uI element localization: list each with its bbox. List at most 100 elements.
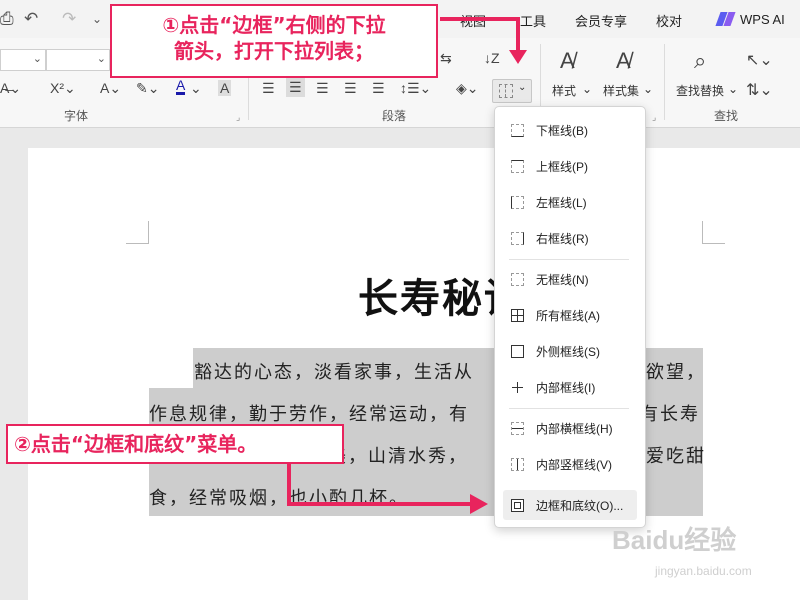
menu-item-inside-borders[interactable]: 内部框线(I) — [503, 372, 637, 402]
body-line: 豁达的心态，淡看家事，生活从 — [194, 362, 474, 383]
styles-chevron-icon[interactable]: ⌄ — [582, 82, 592, 96]
body-line: 有长寿 — [640, 404, 700, 425]
arrow-step2-vertical — [287, 464, 291, 506]
menu-item-label: 所有框线(A) — [536, 308, 600, 323]
menu-separator — [509, 259, 629, 260]
menu-item-label: 右框线(R) — [536, 231, 589, 246]
superscript-icon[interactable]: X²⌄ — [50, 80, 76, 97]
menu-item-label: 内部竖框线(V) — [536, 457, 612, 472]
no-border-icon — [511, 272, 524, 286]
menu-item-borders-and-shading[interactable]: 边框和底纹(O)... — [503, 490, 637, 520]
sort-icon[interactable]: ↓Z — [484, 50, 500, 66]
style-set-button[interactable]: 样式集 — [603, 82, 639, 99]
inside-vertical-border-icon — [511, 457, 524, 471]
borders-shading-icon — [511, 498, 524, 512]
quick-access-chevron-icon[interactable]: ⌄ — [92, 12, 102, 26]
group-label-font: 字体 — [64, 109, 89, 123]
arrow-step1-vertical — [516, 17, 520, 51]
menu-item-outside-borders[interactable]: 外侧框线(S) — [503, 336, 637, 366]
body-line: 美，山清水秀， — [328, 446, 468, 467]
align-right-icon[interactable]: ☰ — [316, 80, 329, 97]
menu-item-inside-horizontal[interactable]: 内部横框线(H) — [503, 413, 637, 443]
top-border-icon — [511, 159, 524, 173]
callout-step1-line2: 箭头，打开下拉列表； — [174, 39, 374, 63]
search-icon[interactable]: ⌕ — [694, 48, 706, 74]
inside-borders-icon — [511, 381, 524, 394]
right-border-icon — [511, 231, 524, 245]
menu-item-label: 下框线(B) — [536, 123, 588, 138]
menu-separator — [509, 408, 629, 409]
char-shading-icon[interactable]: A — [218, 80, 232, 96]
arrow-step1-head — [509, 50, 527, 64]
body-line: 欲望， — [646, 362, 706, 383]
styles-button[interactable]: 样式 — [552, 82, 576, 99]
menu-item-label: 无框线(N) — [536, 272, 589, 287]
crop-mark — [126, 221, 149, 244]
text-direction-icon[interactable]: ⇆ — [440, 50, 452, 67]
arrow-step2-head — [470, 494, 488, 514]
find-replace-button[interactable]: 查找替换 — [676, 82, 724, 99]
style-set-chevron-icon[interactable]: ⌄ — [643, 82, 653, 96]
distributed-icon[interactable]: ☰ — [372, 80, 385, 97]
styles-dialog-launcher-icon[interactable]: ⌟ — [652, 112, 656, 123]
left-border-icon — [511, 195, 524, 209]
menu-item-no-border[interactable]: 无框线(N) — [503, 264, 637, 294]
wps-ai-label: WPS AI — [740, 11, 785, 27]
justify-icon[interactable]: ☰ — [344, 80, 357, 97]
group-label-find: 查找 — [714, 109, 739, 123]
outside-borders-icon — [511, 344, 524, 358]
menu-item-top-border[interactable]: 上框线(P) — [503, 151, 637, 181]
font-color-icon[interactable]: A — [176, 78, 186, 95]
menu-item-label: 外侧框线(S) — [536, 344, 600, 359]
goto-icon[interactable]: ⇅⌄ — [746, 80, 773, 100]
wps-ai-logo-icon — [715, 12, 736, 26]
all-borders-icon — [511, 308, 524, 322]
border-dropdown-menu: 下框线(B) 上框线(P) 左框线(L) 右框线(R) 无框线(N) 所有框线(… — [494, 106, 646, 528]
align-left-icon[interactable]: ☰ — [262, 80, 275, 97]
align-center-icon[interactable]: ☰ — [286, 78, 305, 97]
highlight-icon[interactable]: ✎⌄ — [136, 80, 159, 97]
menu-item-label: 上框线(P) — [536, 159, 588, 174]
font-name-dropdown[interactable]: ⌄ — [0, 49, 46, 71]
callout-step1: ①点击“边框”右侧的下拉 箭头，打开下拉列表； — [110, 4, 438, 78]
menu-item-all-borders[interactable]: 所有框线(A) — [503, 300, 637, 330]
crop-mark — [702, 221, 725, 244]
select-icon[interactable]: ↖⌄ — [746, 50, 773, 70]
save-icon[interactable]: ⎙ — [0, 9, 14, 29]
tab-tools[interactable]: 工具 — [520, 11, 546, 30]
border-icon — [499, 84, 513, 98]
menu-item-label: 左框线(L) — [536, 195, 587, 210]
callout-step2: ②点击“边框和底纹”菜单。 — [6, 424, 344, 464]
strikethrough-icon[interactable]: A̶⌄ — [0, 80, 21, 97]
redo-icon[interactable]: ↷ — [62, 9, 76, 29]
menu-item-label: 内部框线(I) — [536, 380, 596, 395]
menu-item-left-border[interactable]: 左框线(L) — [503, 187, 637, 217]
paragraph-shading-icon[interactable]: ◈⌄ — [456, 80, 479, 97]
border-dropdown-button[interactable]: ⌄ — [492, 79, 532, 103]
font-color-chevron-icon[interactable]: ⌄ — [190, 80, 202, 97]
arrow-step1-horizontal — [440, 17, 520, 21]
group-label-paragraph: 段落 — [382, 109, 407, 123]
font-dialog-launcher-icon[interactable]: ⌟ — [236, 112, 240, 123]
undo-icon[interactable]: ↶ — [24, 9, 38, 29]
body-line: 作息规律，勤于劳作，经常运动，有 — [149, 404, 469, 425]
tab-proofread[interactable]: 校对 — [656, 11, 682, 30]
menu-item-inside-vertical[interactable]: 内部竖框线(V) — [503, 449, 637, 479]
menu-item-right-border[interactable]: 右框线(R) — [503, 223, 637, 253]
find-replace-chevron-icon[interactable]: ⌄ — [728, 82, 738, 96]
menu-item-label: 边框和底纹(O)... — [536, 498, 624, 513]
style-set-icon[interactable]: A̸ — [616, 48, 631, 74]
wps-ai-button[interactable]: WPS AI — [715, 8, 785, 30]
font-size-dropdown[interactable]: ⌄ — [46, 49, 110, 71]
tab-member[interactable]: 会员专享 — [575, 11, 627, 30]
inside-horizontal-border-icon — [511, 421, 524, 435]
menu-item-bottom-border[interactable]: 下框线(B) — [503, 115, 637, 145]
text-effect-icon[interactable]: A⌄ — [100, 80, 121, 97]
body-line: 食，经常吸烟，也小酌几杯。 — [149, 488, 409, 509]
callout-step1-line1: ①点击“边框”右侧的下拉 — [162, 13, 386, 37]
line-spacing-icon[interactable]: ↕☰⌄ — [400, 80, 431, 97]
styles-icon[interactable]: A̸ — [560, 48, 575, 74]
border-chevron-down-icon[interactable]: ⌄ — [518, 82, 526, 93]
separator — [664, 44, 665, 120]
menu-item-label: 内部横框线(H) — [536, 421, 613, 436]
